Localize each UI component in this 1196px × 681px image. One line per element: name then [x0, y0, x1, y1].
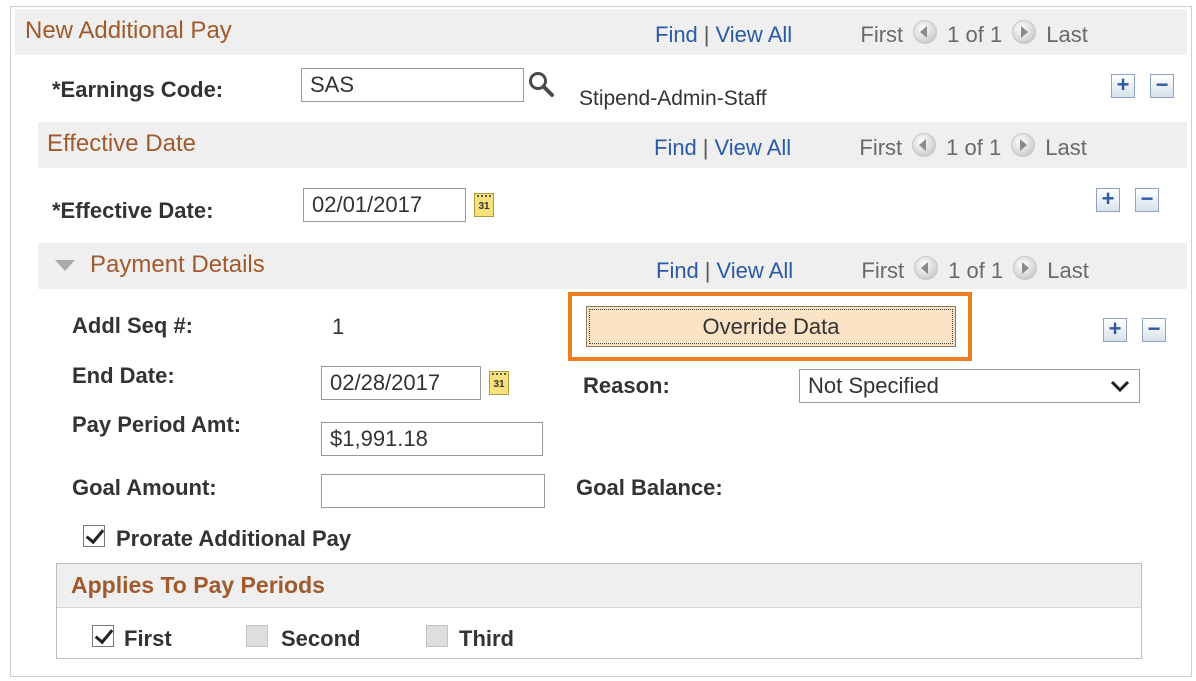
- find-link[interactable]: Find: [654, 135, 697, 160]
- grid-navigation: Find | View All First 1 of 1 Last: [655, 20, 1088, 47]
- view-all-link[interactable]: View All: [716, 22, 793, 47]
- effective-date-input[interactable]: 02/01/2017: [303, 188, 466, 222]
- row-count: 1 of 1: [948, 258, 1004, 283]
- last-label[interactable]: Last: [1046, 22, 1088, 47]
- second-period-label: Second: [281, 626, 361, 651]
- grid-navigation: Find | View All First 1 of 1 Last: [654, 133, 1087, 160]
- earnings-code-input[interactable]: SAS: [301, 68, 524, 102]
- reason-select[interactable]: Not Specified: [799, 369, 1140, 403]
- section-title: Payment Details: [90, 251, 265, 278]
- prev-circle-icon[interactable]: [912, 133, 937, 157]
- plus-icon[interactable]: +: [1096, 188, 1120, 212]
- chevron-down-icon: [1110, 380, 1130, 393]
- last-label[interactable]: Last: [1047, 258, 1089, 283]
- end-date-label: End Date:: [72, 363, 175, 388]
- prorate-label: Prorate Additional Pay: [116, 526, 352, 551]
- addl-seq-value: 1: [332, 314, 345, 339]
- earnings-description: Stipend-Admin-Staff: [579, 87, 767, 110]
- earnings-code-label: *Earnings Code:: [52, 77, 224, 102]
- first-label[interactable]: First: [860, 22, 903, 47]
- minus-icon[interactable]: −: [1142, 318, 1166, 342]
- next-circle-icon[interactable]: [1013, 256, 1038, 280]
- goal-balance-label: Goal Balance:: [576, 475, 723, 500]
- effective-date-header: Effective Date Find | View All First 1 of 1…: [38, 122, 1187, 168]
- third-period-checkbox[interactable]: [426, 625, 448, 647]
- addl-seq-label: Addl Seq #:: [72, 313, 194, 338]
- view-all-link[interactable]: View All: [717, 258, 794, 283]
- new-additional-pay-header: New Additional Pay Find | View All First 1 …: [15, 9, 1187, 55]
- pay-period-amt-input[interactable]: $1,991.18: [321, 422, 543, 456]
- override-data-button[interactable]: Override Data: [586, 306, 956, 347]
- reason-label: Reason:: [583, 373, 670, 398]
- prorate-checkbox[interactable]: [83, 525, 105, 547]
- minus-icon[interactable]: −: [1135, 188, 1159, 212]
- second-period-checkbox[interactable]: [246, 625, 268, 647]
- calendar-icon[interactable]: 31: [489, 371, 509, 395]
- pay-periods-group: Applies To Pay Periods: [56, 563, 1142, 659]
- first-period-label: First: [124, 626, 172, 651]
- grid-navigation: Find | View All First 1 of 1 Last: [656, 256, 1089, 283]
- collapse-triangle-icon[interactable]: [55, 258, 75, 272]
- prev-circle-icon[interactable]: [914, 256, 939, 280]
- find-link[interactable]: Find: [656, 258, 699, 283]
- plus-icon[interactable]: +: [1103, 318, 1127, 342]
- goal-amount-input[interactable]: [321, 474, 545, 508]
- goal-amount-label: Goal Amount:: [72, 475, 217, 500]
- payment-details-header: Payment Details Find | View All First 1 of …: [38, 243, 1187, 289]
- effective-date-label: *Effective Date:: [52, 198, 214, 223]
- section-title: Effective Date: [47, 130, 196, 157]
- minus-icon[interactable]: −: [1150, 74, 1174, 98]
- last-label[interactable]: Last: [1045, 135, 1087, 160]
- third-period-label: Third: [459, 626, 514, 651]
- row-count: 1 of 1: [947, 22, 1003, 47]
- pay-period-amt-label: Pay Period Amt:: [72, 412, 242, 437]
- end-date-input[interactable]: 02/28/2017: [321, 366, 481, 400]
- first-label[interactable]: First: [859, 135, 902, 160]
- row-count: 1 of 1: [946, 135, 1002, 160]
- first-label[interactable]: First: [861, 258, 904, 283]
- section-title: New Additional Pay: [25, 17, 232, 44]
- calendar-icon[interactable]: 31: [474, 193, 494, 217]
- plus-icon[interactable]: +: [1111, 74, 1135, 98]
- find-link[interactable]: Find: [655, 22, 698, 47]
- reason-selected-value: Not Specified: [808, 373, 939, 398]
- view-all-link[interactable]: View All: [715, 135, 792, 160]
- next-circle-icon[interactable]: [1011, 133, 1036, 157]
- prev-circle-icon[interactable]: [913, 20, 938, 44]
- magnifier-icon[interactable]: [527, 70, 557, 100]
- first-period-checkbox[interactable]: [92, 625, 114, 647]
- pay-periods-header: Applies To Pay Periods: [57, 564, 1141, 608]
- section-title: Applies To Pay Periods: [71, 572, 325, 598]
- next-circle-icon[interactable]: [1012, 20, 1037, 44]
